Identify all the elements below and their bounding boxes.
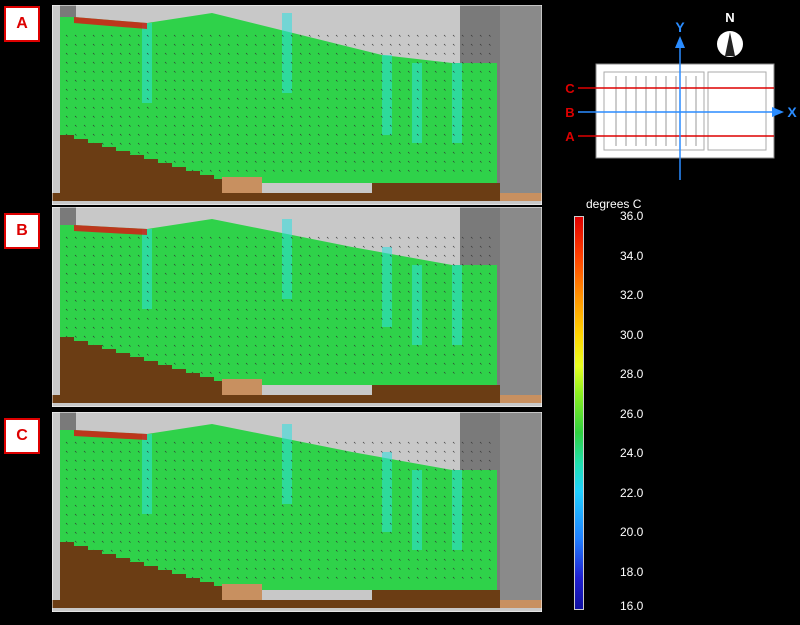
ground-slab xyxy=(52,395,500,403)
stage-floor xyxy=(372,590,500,600)
supply-jet xyxy=(142,434,152,514)
supply-jet xyxy=(452,63,462,143)
section-a-plot xyxy=(52,5,542,205)
y-axis-arrow xyxy=(675,36,685,48)
section-panel-c xyxy=(52,412,542,612)
section-c-plot xyxy=(52,412,542,612)
section-panel-b xyxy=(52,207,542,407)
backstage-floor xyxy=(500,395,542,403)
supply-jet xyxy=(382,452,392,532)
section-b-plot xyxy=(52,207,542,407)
supply-jet xyxy=(382,55,392,135)
stage-floor xyxy=(372,385,500,395)
colorbar-tick: 26.0 xyxy=(620,407,644,421)
keymap-line-label-a: A xyxy=(565,129,575,144)
colorbar-tick: 16.0 xyxy=(620,599,644,613)
orchestra-pit xyxy=(222,177,262,193)
key-plan: N Y X C B A xyxy=(560,6,800,186)
colorbar-tick: 22.0 xyxy=(620,486,644,500)
stage-floor xyxy=(372,183,500,193)
north-label: N xyxy=(725,10,734,25)
supply-jet xyxy=(412,265,422,345)
colorbar-tick: 18.0 xyxy=(620,565,644,579)
supply-jet xyxy=(282,219,292,299)
backstage-wall xyxy=(500,5,542,195)
section-label-c: C xyxy=(4,418,40,454)
supply-jet xyxy=(282,424,292,504)
section-label-b: B xyxy=(4,213,40,249)
plan-outline xyxy=(595,63,775,159)
section-panel-a xyxy=(52,5,542,205)
colorbar-tick: 36.0 xyxy=(620,209,644,223)
backstage-floor xyxy=(500,193,542,201)
y-axis-label: Y xyxy=(675,19,685,35)
section-label-a: A xyxy=(4,6,40,42)
supply-jet xyxy=(382,247,392,327)
orchestra-pit xyxy=(222,584,262,600)
orchestra-pit xyxy=(222,379,262,395)
backstage-floor xyxy=(500,600,542,608)
backstage-wall xyxy=(500,412,542,602)
colorbar-tick: 28.0 xyxy=(620,367,644,381)
supply-jet xyxy=(412,470,422,550)
supply-jet xyxy=(452,265,462,345)
keymap-line-label-b: B xyxy=(565,105,574,120)
colorbar-tick: 24.0 xyxy=(620,446,644,460)
backstage-wall xyxy=(500,207,542,397)
colorbar xyxy=(574,216,584,610)
supply-jet xyxy=(282,13,292,93)
ground-slab xyxy=(52,600,500,608)
supply-jet xyxy=(142,229,152,309)
x-axis-arrow xyxy=(772,107,784,117)
supply-jet xyxy=(452,470,462,550)
colorbar-tick: 34.0 xyxy=(620,249,644,263)
ground-slab xyxy=(52,193,500,201)
colorbar-tick: 32.0 xyxy=(620,288,644,302)
colorbar-tick: 20.0 xyxy=(620,525,644,539)
keymap-line-label-c: C xyxy=(565,81,575,96)
colorbar-tick: 30.0 xyxy=(620,328,644,342)
x-axis-label: X xyxy=(787,104,797,120)
supply-jet xyxy=(412,63,422,143)
